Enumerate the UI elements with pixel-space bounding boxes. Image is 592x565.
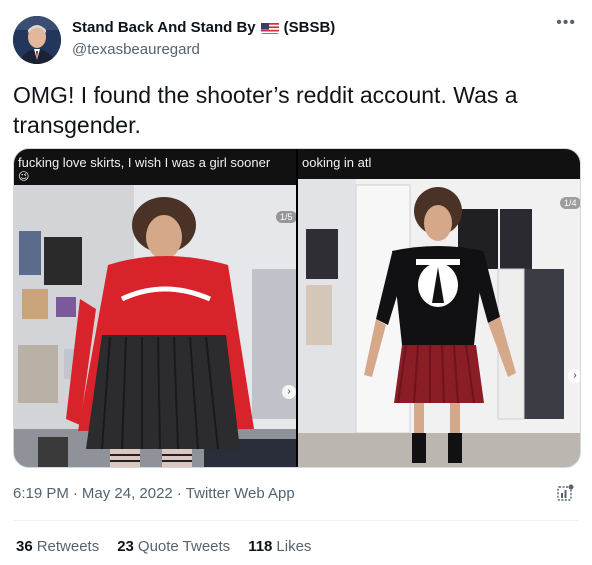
image-2-counter: 1/4 — [560, 197, 580, 209]
image-1-next-arrow-icon[interactable]: › — [282, 385, 296, 399]
us-flag-icon — [260, 22, 279, 34]
author-handle[interactable]: @texasbeauregard — [72, 41, 200, 58]
tweet-time[interactable]: 6:19 PM — [13, 485, 69, 502]
quote-tweets-stat[interactable]: 23 Quote Tweets — [117, 538, 230, 555]
tweet-text: OMG! I found the shooter’s reddit accoun… — [13, 82, 518, 138]
retweets-stat[interactable]: 36 Retweets — [16, 538, 99, 555]
image-1-counter: 1/5 — [276, 211, 296, 223]
wink-emoji-icon: 😉 — [18, 171, 30, 183]
tweet-meta: 6:19 PM · May 24, 2022 · Twitter Web App — [13, 485, 295, 502]
tweet-image-2[interactable]: ooking in atl 1/4 › — [298, 149, 580, 467]
tweet-image-1[interactable]: fucking love skirts, I wish I was a girl… — [14, 149, 296, 467]
author-display-name-suffix[interactable]: (SBSB) — [284, 19, 336, 36]
more-options-icon[interactable]: ••• — [556, 14, 576, 32]
tweet-date[interactable]: May 24, 2022 — [82, 485, 173, 502]
separator: · — [72, 485, 78, 502]
image-2-caption: ooking in atl — [298, 149, 580, 179]
author-name-row[interactable]: Stand Back And Stand By (SBSB) — [72, 19, 335, 36]
tweet: Stand Back And Stand By (SBSB) @texasbea… — [0, 0, 592, 565]
separator: · — [176, 485, 182, 502]
divider — [13, 520, 579, 521]
avatar[interactable] — [13, 16, 61, 64]
author-display-name[interactable]: Stand Back And Stand By — [72, 19, 256, 36]
likes-stat[interactable]: 118 Likes — [248, 538, 311, 555]
image-1-caption: fucking love skirts, I wish I was a girl… — [14, 149, 296, 185]
tweet-stats: 36 Retweets 23 Quote Tweets 118 Likes — [16, 538, 311, 555]
image-2-next-arrow-icon[interactable]: › — [568, 369, 580, 383]
media-grid: fucking love skirts, I wish I was a girl… — [13, 148, 581, 468]
tweet-source[interactable]: Twitter Web App — [186, 485, 295, 502]
analytics-icon[interactable] — [556, 484, 574, 502]
